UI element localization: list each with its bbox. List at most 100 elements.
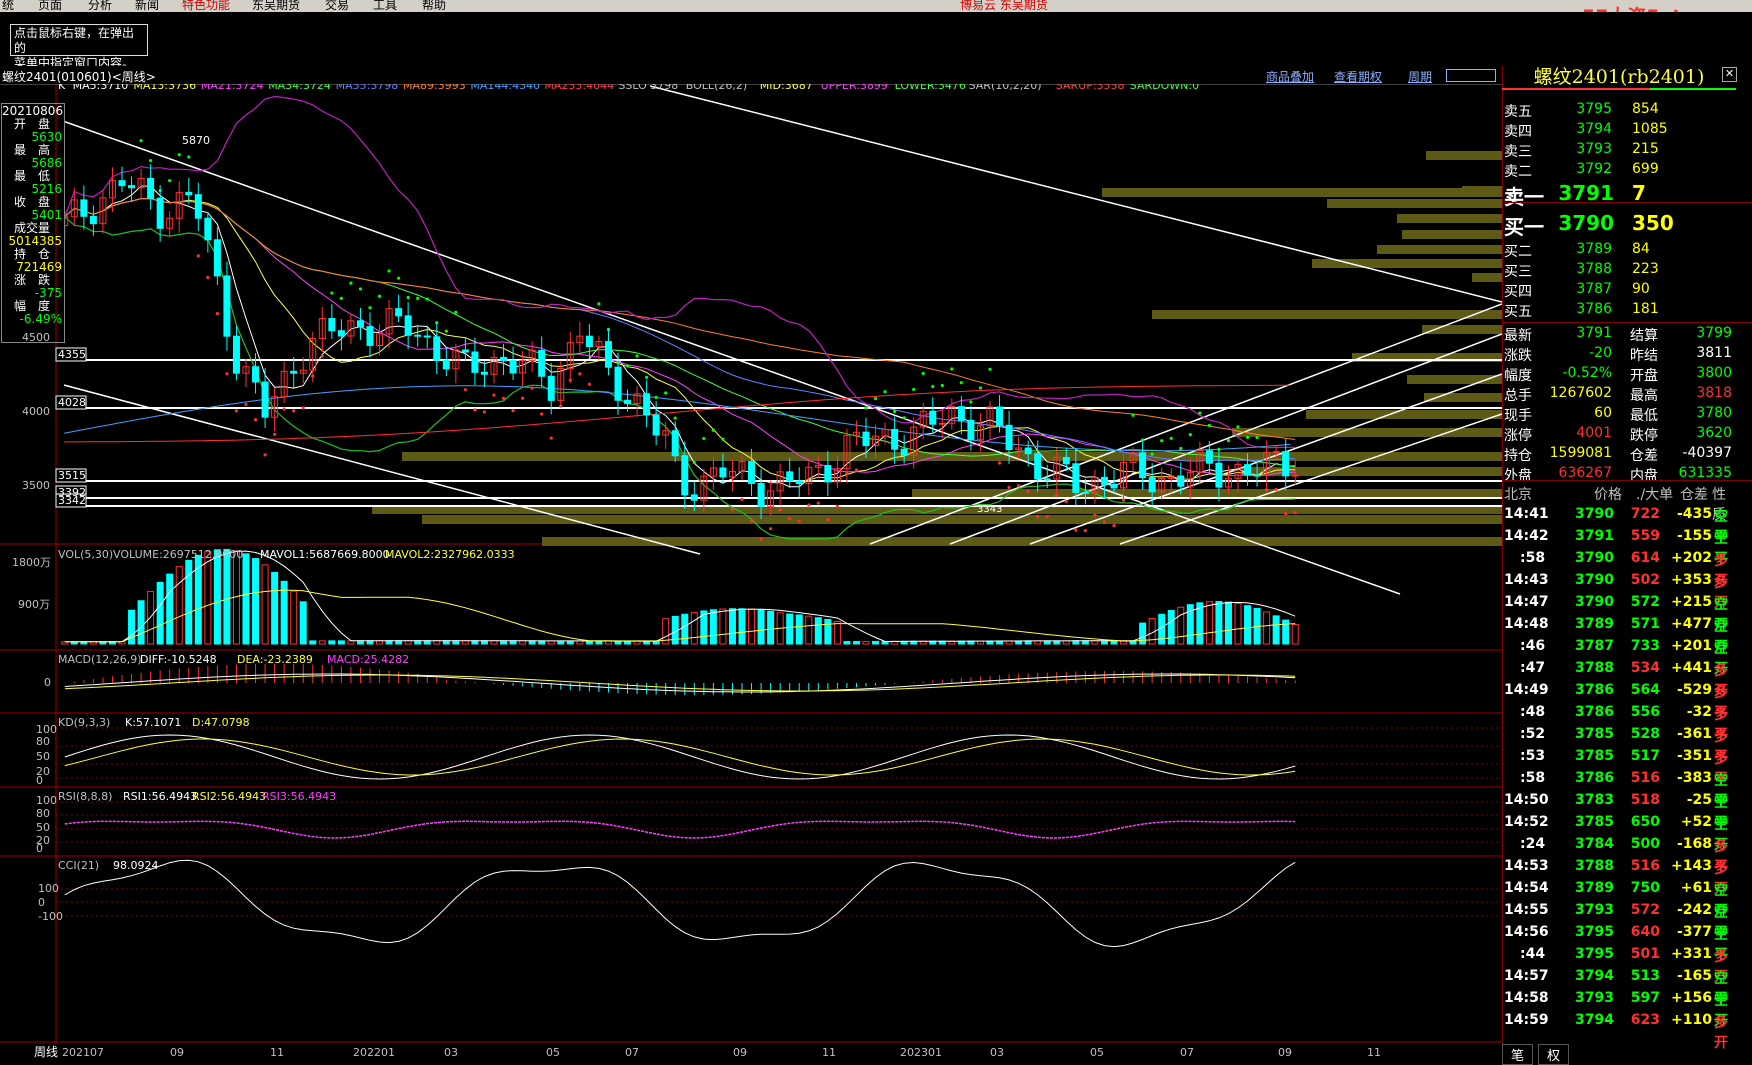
divider bbox=[1502, 480, 1752, 481]
candle-body bbox=[614, 366, 622, 401]
candle-body bbox=[213, 239, 221, 277]
stat-row-cell: 现手 bbox=[1504, 408, 1532, 424]
candle-body bbox=[500, 356, 508, 362]
tick-row: :44 3795 501 +331 多开 bbox=[1502, 945, 1732, 985]
vol-ma2: MAVOL2:2327962.0333 bbox=[385, 548, 515, 561]
x-axis-label: 07 bbox=[1180, 1046, 1194, 1059]
tick-row-cell: :44 bbox=[1520, 946, 1546, 962]
sar-dot bbox=[797, 519, 801, 523]
tick-row: 14:50 3783 518 -25 空平 bbox=[1502, 791, 1732, 831]
close-icon[interactable]: ✕ bbox=[1722, 67, 1737, 82]
tick-row: :53 3785 517 -351 多平 bbox=[1502, 747, 1732, 787]
candle-body bbox=[147, 177, 155, 199]
tick-row-cell: +110 bbox=[1671, 1012, 1712, 1028]
tick-row-cell: +61 bbox=[1680, 880, 1712, 896]
tick-row: :58 3790 614 +202 多开 bbox=[1502, 549, 1732, 589]
volume-bar bbox=[528, 640, 536, 645]
candle-body bbox=[1139, 452, 1147, 479]
cci-axis-label: 0 bbox=[38, 896, 45, 909]
volume-bar bbox=[557, 640, 565, 645]
sar-dot bbox=[721, 437, 725, 441]
volume-bar bbox=[709, 609, 717, 645]
stat-row: 涨停 4001 跌停 3620 bbox=[1502, 424, 1732, 444]
candle-body bbox=[624, 399, 632, 405]
sar-dot bbox=[711, 428, 715, 432]
bid-row-cell: 3788 bbox=[1576, 261, 1612, 277]
menu-item[interactable]: 帮助 bbox=[422, 0, 446, 12]
tick-row-cell: 750 bbox=[1630, 880, 1660, 896]
tick-row-cell: :46 bbox=[1520, 638, 1546, 654]
menu-item[interactable]: 页面 bbox=[38, 0, 62, 12]
tick-row-cell: :58 bbox=[1520, 770, 1546, 786]
sar-dot bbox=[1245, 435, 1250, 439]
ma-legend-label: UPPER:3899 bbox=[821, 84, 888, 92]
stat-row-cell: 总手 bbox=[1504, 388, 1532, 404]
tick-row-cell: 3788 bbox=[1575, 858, 1614, 874]
tick-row: 14:53 3788 516 +143 多开 bbox=[1502, 857, 1732, 897]
sar-dot bbox=[292, 409, 296, 413]
menu-item[interactable]: 分析 bbox=[88, 0, 112, 12]
tick-row: 14:48 3789 571 +477 空开 bbox=[1502, 615, 1732, 655]
profile-bar bbox=[1397, 214, 1502, 223]
vol-title: VOL(5,30) bbox=[58, 548, 113, 561]
sar-dot bbox=[864, 406, 868, 410]
menu-item[interactable]: 工具 bbox=[373, 0, 397, 12]
stat-row-cell: 幅度 bbox=[1504, 368, 1532, 384]
tick-row-cell: +331 bbox=[1671, 946, 1712, 962]
vol-value: VOLUME:2697512.0000 bbox=[113, 548, 243, 561]
tick-row: 14:54 3789 750 +61 空开 bbox=[1502, 879, 1732, 919]
window-layout-icon[interactable] bbox=[1446, 69, 1496, 82]
candle-body bbox=[290, 370, 298, 374]
tick-row: :58 3786 516 -383 空平 bbox=[1502, 769, 1732, 809]
x-axis-period-label: 周线 bbox=[34, 1045, 58, 1059]
volume-bar bbox=[242, 553, 250, 645]
sar-dot bbox=[425, 297, 429, 301]
stat-row-cell: 631335 bbox=[1678, 465, 1732, 481]
menu-item[interactable]: 特色功能 bbox=[182, 0, 230, 12]
volume-bar bbox=[337, 640, 345, 645]
menu-item[interactable]: 新闻 bbox=[135, 0, 159, 12]
sar-dot bbox=[1007, 485, 1011, 489]
tick-row-cell: +201 bbox=[1671, 638, 1712, 654]
tick-row-cell: 3794 bbox=[1575, 968, 1614, 984]
sar-dot bbox=[740, 497, 744, 501]
profile-bar bbox=[1472, 273, 1502, 282]
volume-bar bbox=[786, 613, 794, 645]
sar-dot bbox=[482, 410, 487, 414]
x-axis-label: 202201 bbox=[353, 1046, 395, 1059]
link-overlay[interactable]: 商品叠加 bbox=[1266, 68, 1314, 85]
stat-row-cell: 外盘 bbox=[1504, 468, 1532, 484]
sar-dot bbox=[1207, 423, 1211, 428]
sar-dot bbox=[835, 504, 839, 508]
tick-row-cell: 3785 bbox=[1575, 726, 1614, 742]
menu-item[interactable]: 统 bbox=[2, 0, 14, 12]
candle-body bbox=[1244, 464, 1252, 476]
ask-row-cell: 卖二 bbox=[1504, 164, 1532, 180]
kd-panel bbox=[64, 734, 1296, 780]
menu-item[interactable]: 交易 bbox=[325, 0, 349, 12]
menu-item[interactable]: 东吴期货 bbox=[252, 0, 300, 12]
cci-title: CCI(21) bbox=[58, 859, 99, 872]
sar-dot bbox=[149, 158, 153, 163]
profile-bar bbox=[1402, 230, 1502, 239]
kd-k: K:57.1071 bbox=[125, 716, 181, 729]
sar-dot bbox=[1226, 438, 1231, 443]
bid-row-best-cell: 350 bbox=[1632, 211, 1674, 235]
low-label: 3343 bbox=[977, 504, 1002, 515]
stat-row: 幅度 -0.52% 开盘 3800 bbox=[1502, 364, 1732, 384]
volume-bar bbox=[156, 581, 164, 645]
link-options[interactable]: 查看期权 bbox=[1334, 68, 1382, 85]
candle-body bbox=[89, 215, 97, 225]
x-axis-label: 09 bbox=[1278, 1046, 1292, 1059]
volume-bar bbox=[738, 608, 746, 645]
tick-row: 14:41 3790 722 -435 空平 bbox=[1502, 505, 1732, 545]
link-period[interactable]: 周期 bbox=[1408, 68, 1432, 85]
ask-row-cell: 3794 bbox=[1576, 121, 1612, 137]
tick-row-cell: 14:49 bbox=[1504, 682, 1549, 698]
tick-row-cell: 3790 bbox=[1575, 550, 1614, 566]
ask-row-cell: 699 bbox=[1632, 161, 1659, 177]
tick-row-cell: 3795 bbox=[1575, 946, 1614, 962]
volume-bar bbox=[194, 554, 202, 645]
candle-body bbox=[423, 335, 431, 338]
trend-line bbox=[64, 384, 701, 555]
